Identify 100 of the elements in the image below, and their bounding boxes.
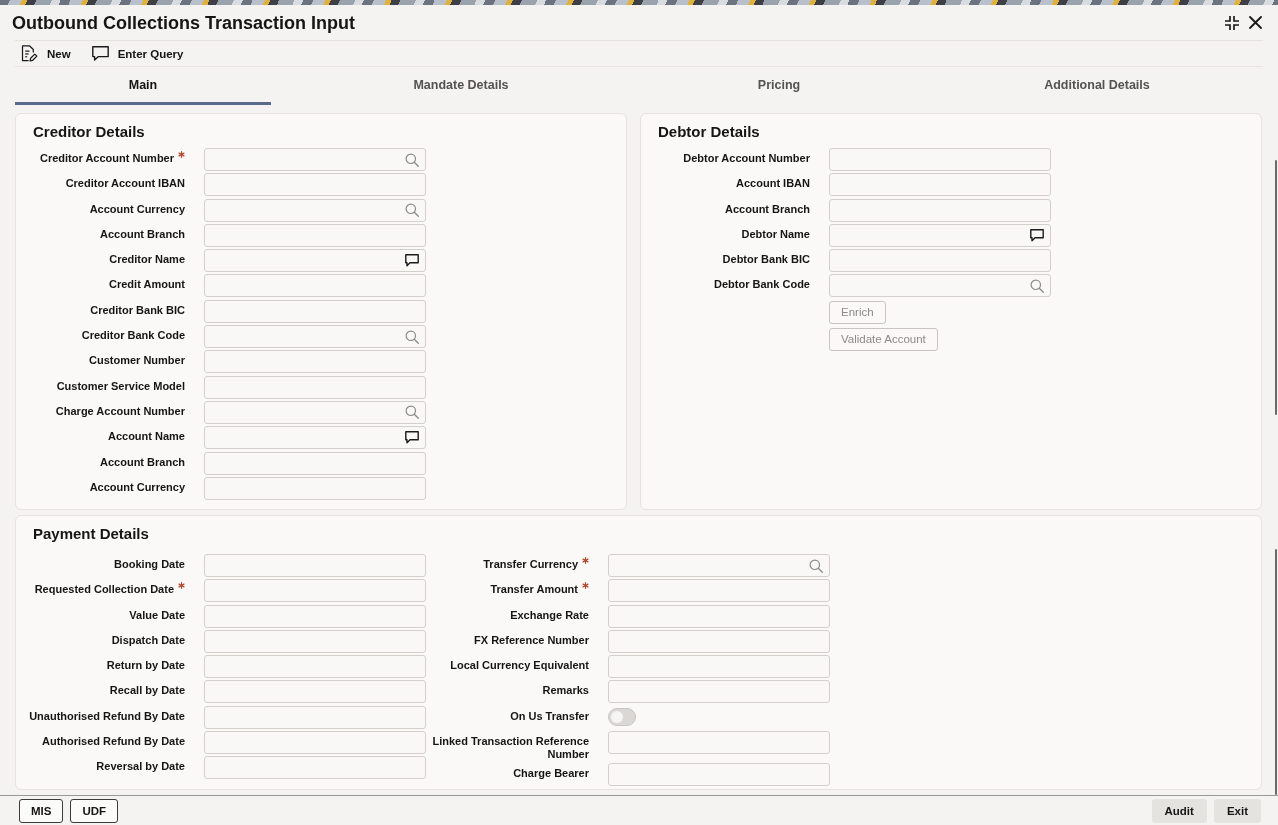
search-icon[interactable] [809,558,823,573]
input-field[interactable] [608,763,830,787]
input-field[interactable] [608,731,830,755]
scrollbar[interactable] [1275,160,1277,415]
input-field[interactable] [204,655,426,679]
search-icon[interactable] [405,329,419,344]
section-heading: Debtor Details [658,122,761,142]
input-field[interactable] [829,274,1051,298]
field-label: Requested Collection Date [34,583,174,597]
tab[interactable]: Mandate Details [333,67,589,105]
field-label: Debtor Name [741,227,810,241]
field-label: Remarks [542,684,589,698]
input-field[interactable] [204,375,426,399]
input-field[interactable] [204,629,426,653]
input-field[interactable] [204,198,426,222]
toggle-switch[interactable] [608,708,636,727]
input-field[interactable] [204,223,426,247]
input-field[interactable] [608,680,830,704]
input-field[interactable] [204,756,426,780]
field-label: Creditor Account Number [39,152,174,165]
input-field[interactable] [204,249,426,273]
tab[interactable]: Pricing [651,67,907,105]
field-label: FX Reference Number [474,633,589,647]
input-field[interactable] [204,680,426,704]
input-field[interactable] [204,148,426,171]
search-icon[interactable] [1030,279,1044,293]
input-field[interactable] [829,223,1051,247]
section-heading: Creditor Details [33,122,146,142]
section-heading: Payment Details [33,524,150,544]
field-label: Recall by Date [109,684,185,698]
input-field[interactable] [204,173,426,197]
field-label: Transfer Currency [483,558,578,571]
tab[interactable]: Additional Details [969,67,1225,105]
speech-bubble-icon[interactable] [405,431,419,445]
field-label: Customer Number [89,354,185,368]
field-label: Creditor Bank BIC [90,303,185,317]
field-label: Exchange Rate [510,608,589,622]
field-label: Customer Service Model [56,379,185,393]
field-label: Account Name [107,430,185,444]
input-field[interactable] [204,476,426,500]
field-label: Unauthorised Refund By Date [29,709,185,723]
field-label: Authorised Refund By Date [42,735,185,749]
scrollbar[interactable] [1275,549,1277,795]
field-label: Account Branch [725,202,810,216]
input-field[interactable] [829,198,1051,222]
field-label: Charge Bearer [513,767,589,781]
field-label: Account Branch [100,227,185,241]
footer-button[interactable]: UDF [70,798,119,823]
input-field[interactable] [608,579,830,603]
input-field[interactable] [204,554,426,577]
toolbar-button[interactable]: Enter Query [91,46,184,61]
input-field[interactable] [608,655,830,679]
field-label: Charge Account Number [55,404,185,418]
field-label: Debtor Bank BIC [722,253,810,267]
search-icon[interactable] [405,152,419,167]
field-label: Linked Transaction Reference Number [431,735,589,762]
input-field[interactable] [829,173,1051,197]
input-field[interactable] [204,604,426,628]
speech-bubble-icon[interactable] [405,254,419,268]
input-field[interactable] [829,148,1051,171]
toolbar-button[interactable]: New [21,45,71,62]
footer-button[interactable]: Audit [1151,798,1207,823]
field-label: Return by Date [106,659,185,673]
window-title: Outbound Collections Transaction Input [12,11,355,34]
input-field[interactable] [608,604,830,628]
field-label: Creditor Bank Code [81,329,185,343]
input-field[interactable] [829,249,1051,273]
field-label: Account Currency [89,480,185,494]
field-label: Transfer Amount [490,583,578,597]
field-label: Debtor Bank Code [714,278,810,292]
field-label: Dispatch Date [111,633,185,647]
field-label: Value Date [129,608,185,622]
tab[interactable]: Main [15,67,271,105]
input-field[interactable] [204,451,426,475]
input-field[interactable] [608,629,830,653]
footer-button[interactable]: MIS [19,798,64,823]
field-label: On Us Transfer [510,709,589,723]
input-field[interactable] [204,705,426,729]
field-label: Account Currency [89,202,185,216]
collapse-icon[interactable] [1224,14,1240,31]
input-field[interactable] [204,299,426,323]
close-icon[interactable] [1249,16,1262,29]
input-field[interactable] [204,350,426,374]
field-label: Creditor Name [109,253,185,267]
field-label: Credit Amount [109,278,185,292]
footer-button[interactable]: Exit [1213,798,1261,823]
input-field[interactable] [204,325,426,349]
search-icon[interactable] [405,203,419,218]
input-field[interactable] [608,554,830,577]
field-label: Local Currency Equivalent [450,659,589,673]
speech-bubble-icon[interactable] [1030,228,1044,242]
input-field[interactable] [204,426,426,450]
field-label: Account Branch [100,455,185,469]
input-field[interactable] [204,400,426,424]
search-icon[interactable] [405,405,419,420]
input-field[interactable] [204,274,426,298]
field-label: Booking Date [114,558,185,571]
input-field[interactable] [204,579,426,603]
document-pencil-icon [21,45,38,62]
input-field[interactable] [204,731,426,755]
